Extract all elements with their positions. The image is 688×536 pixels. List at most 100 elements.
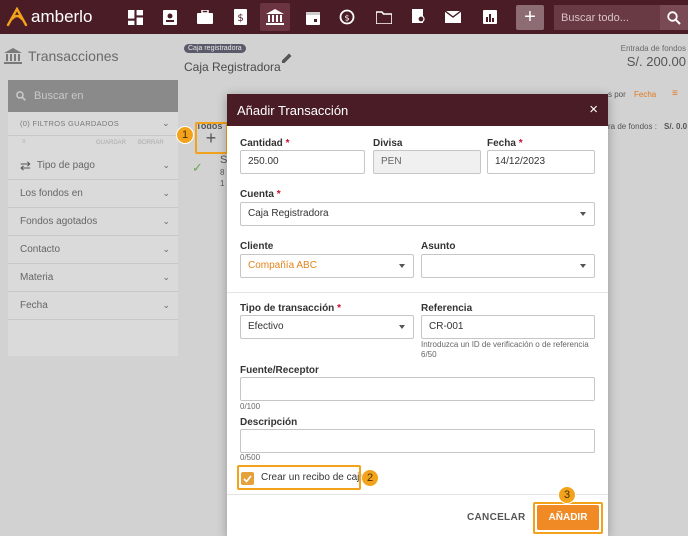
svg-text:$: $ [237, 13, 243, 24]
close-icon[interactable]: × [589, 101, 598, 118]
step-marker-2: 2 [361, 469, 379, 487]
dialog-header: Añadir Transacción × [227, 94, 608, 126]
chevron-down-icon: ⌄ [162, 244, 170, 254]
transaction-type-select[interactable]: Efectivo [240, 315, 414, 339]
list-item-fragment: 1 [220, 179, 225, 188]
search-icon [16, 91, 26, 101]
search-icon [667, 10, 681, 25]
reference-hint: Introduzca un ID de verificación o de re… [421, 340, 589, 349]
chevron-down-icon [399, 264, 405, 268]
filter-actions: ≡ GUARDAR BORRAR [8, 136, 178, 150]
matter-label: Asunto [421, 241, 456, 252]
register-tag: Caja registradora [184, 44, 246, 53]
chevron-down-icon [399, 325, 405, 329]
page-title: Transacciones [4, 48, 119, 64]
chevron-down-icon [580, 212, 586, 216]
description-label: Descripción [240, 417, 298, 428]
calendar-icon[interactable] [303, 7, 323, 27]
fund-in-value: S/. 200.00 [626, 54, 686, 69]
chevron-down-icon: ⌄ [162, 188, 170, 198]
step-marker-1: 1 [176, 126, 194, 144]
page-title-text: Transacciones [28, 48, 119, 64]
account-label: Cuenta * [240, 189, 281, 200]
time-money-icon[interactable]: $ [337, 7, 357, 27]
filter-label: Fondos agotados [20, 216, 98, 227]
filter-search-input[interactable]: Buscar en [8, 80, 178, 112]
matters-briefcase-icon[interactable] [195, 7, 215, 27]
chevron-down-icon: ⌄ [162, 160, 170, 170]
filter-label: Fecha [20, 300, 48, 311]
source-input[interactable] [240, 377, 595, 401]
saved-filters-toggle[interactable]: (0) FILTROS GUARDADOS ⌄ [8, 112, 178, 136]
fund-out-value: S/. 0.0 [664, 122, 688, 131]
highlight-add-button [195, 122, 228, 154]
check-transfer-icon: ✓ [192, 160, 203, 175]
date-label: Fecha * [487, 138, 523, 149]
folder-icon[interactable] [374, 7, 394, 27]
date-input[interactable]: 14/12/2023 [487, 150, 595, 174]
chevron-down-icon [580, 264, 586, 268]
filter-matter[interactable]: Materia ⌄ [8, 264, 178, 292]
saved-filters-label: (0) FILTROS GUARDADOS [20, 119, 120, 128]
brand-name: amberlo [31, 7, 93, 26]
chevron-down-icon: ⌄ [162, 216, 170, 226]
cancel-button[interactable]: CANCELAR [467, 512, 526, 523]
transaction-type-value: Efectivo [248, 321, 284, 332]
highlight-receipt-checkbox [237, 465, 361, 490]
amount-input[interactable]: 250.00 [240, 150, 365, 174]
bank-icon [4, 48, 22, 64]
sort-value[interactable]: Fecha [634, 90, 656, 99]
document-search-icon[interactable] [409, 7, 429, 27]
filter-label: Materia [20, 272, 54, 283]
fund-out-label: ra de fondos : [608, 122, 657, 131]
list-item-fragment: 8 [220, 168, 225, 177]
transaction-type-label: Tipo de transacción * [240, 303, 341, 314]
bank-icon[interactable] [260, 3, 290, 31]
edit-pencil-icon[interactable] [281, 52, 293, 67]
global-search-button[interactable] [660, 5, 688, 30]
clear-filter-button[interactable]: BORRAR [138, 140, 164, 146]
dashboard-icon[interactable] [125, 7, 145, 27]
filter-funds-in[interactable]: Los fondos en ⌄ [8, 180, 178, 208]
plus-icon: + [524, 6, 536, 28]
filter-contact[interactable]: Contacto ⌄ [8, 236, 178, 264]
app-logo[interactable]: amberlo [6, 6, 92, 28]
filter-payment-type[interactable]: ⇄ Tipo de pago ⌄ [8, 152, 178, 180]
register-title: Caja Registradora [184, 60, 281, 74]
matter-select[interactable] [421, 254, 595, 278]
step-marker-3: 3 [558, 486, 576, 504]
description-input[interactable] [240, 429, 595, 453]
save-filter-button[interactable]: GUARDAR [96, 140, 126, 146]
client-value: Compañía ABC [248, 260, 317, 271]
client-select[interactable]: Compañía ABC [240, 254, 414, 278]
quick-add-button[interactable]: + [516, 5, 544, 30]
exchange-icon: ⇄ [20, 157, 31, 173]
account-value: Caja Registradora [248, 208, 329, 219]
top-navigation-bar: amberlo $ $ + Buscar todo... [0, 0, 688, 34]
contacts-icon[interactable] [160, 7, 180, 27]
billing-icon[interactable]: $ [230, 7, 250, 27]
mail-icon[interactable] [443, 7, 463, 27]
source-label: Fuente/Receptor [240, 365, 319, 376]
account-select[interactable]: Caja Registradora [240, 202, 595, 226]
reference-label: Referencia [421, 303, 473, 314]
client-label: Cliente [240, 241, 274, 252]
reports-chart-icon[interactable] [480, 7, 500, 27]
amberlo-logo-icon [6, 7, 28, 27]
highlight-add-button-dialog [533, 502, 603, 534]
global-search-input[interactable]: Buscar todo... [554, 5, 660, 30]
section-divider [227, 292, 608, 293]
sort-order-icon[interactable]: ≡ [672, 88, 678, 99]
filter-funds-out[interactable]: Fondos agotados ⌄ [8, 208, 178, 236]
currency-label: Divisa [373, 138, 403, 149]
amount-label: Cantidad * [240, 138, 290, 149]
filter-search-placeholder: Buscar en [34, 90, 84, 102]
filter-label: Tipo de pago [36, 160, 95, 171]
description-counter: 0/500 [240, 453, 261, 462]
chevron-down-icon: ⌄ [162, 118, 170, 128]
reference-input[interactable]: CR-001 [421, 315, 595, 339]
filter-label: Contacto [20, 244, 61, 255]
filter-label: Los fondos en [20, 188, 83, 199]
filter-date[interactable]: Fecha ⌄ [8, 292, 178, 320]
reference-counter: 6/50 [421, 350, 437, 359]
